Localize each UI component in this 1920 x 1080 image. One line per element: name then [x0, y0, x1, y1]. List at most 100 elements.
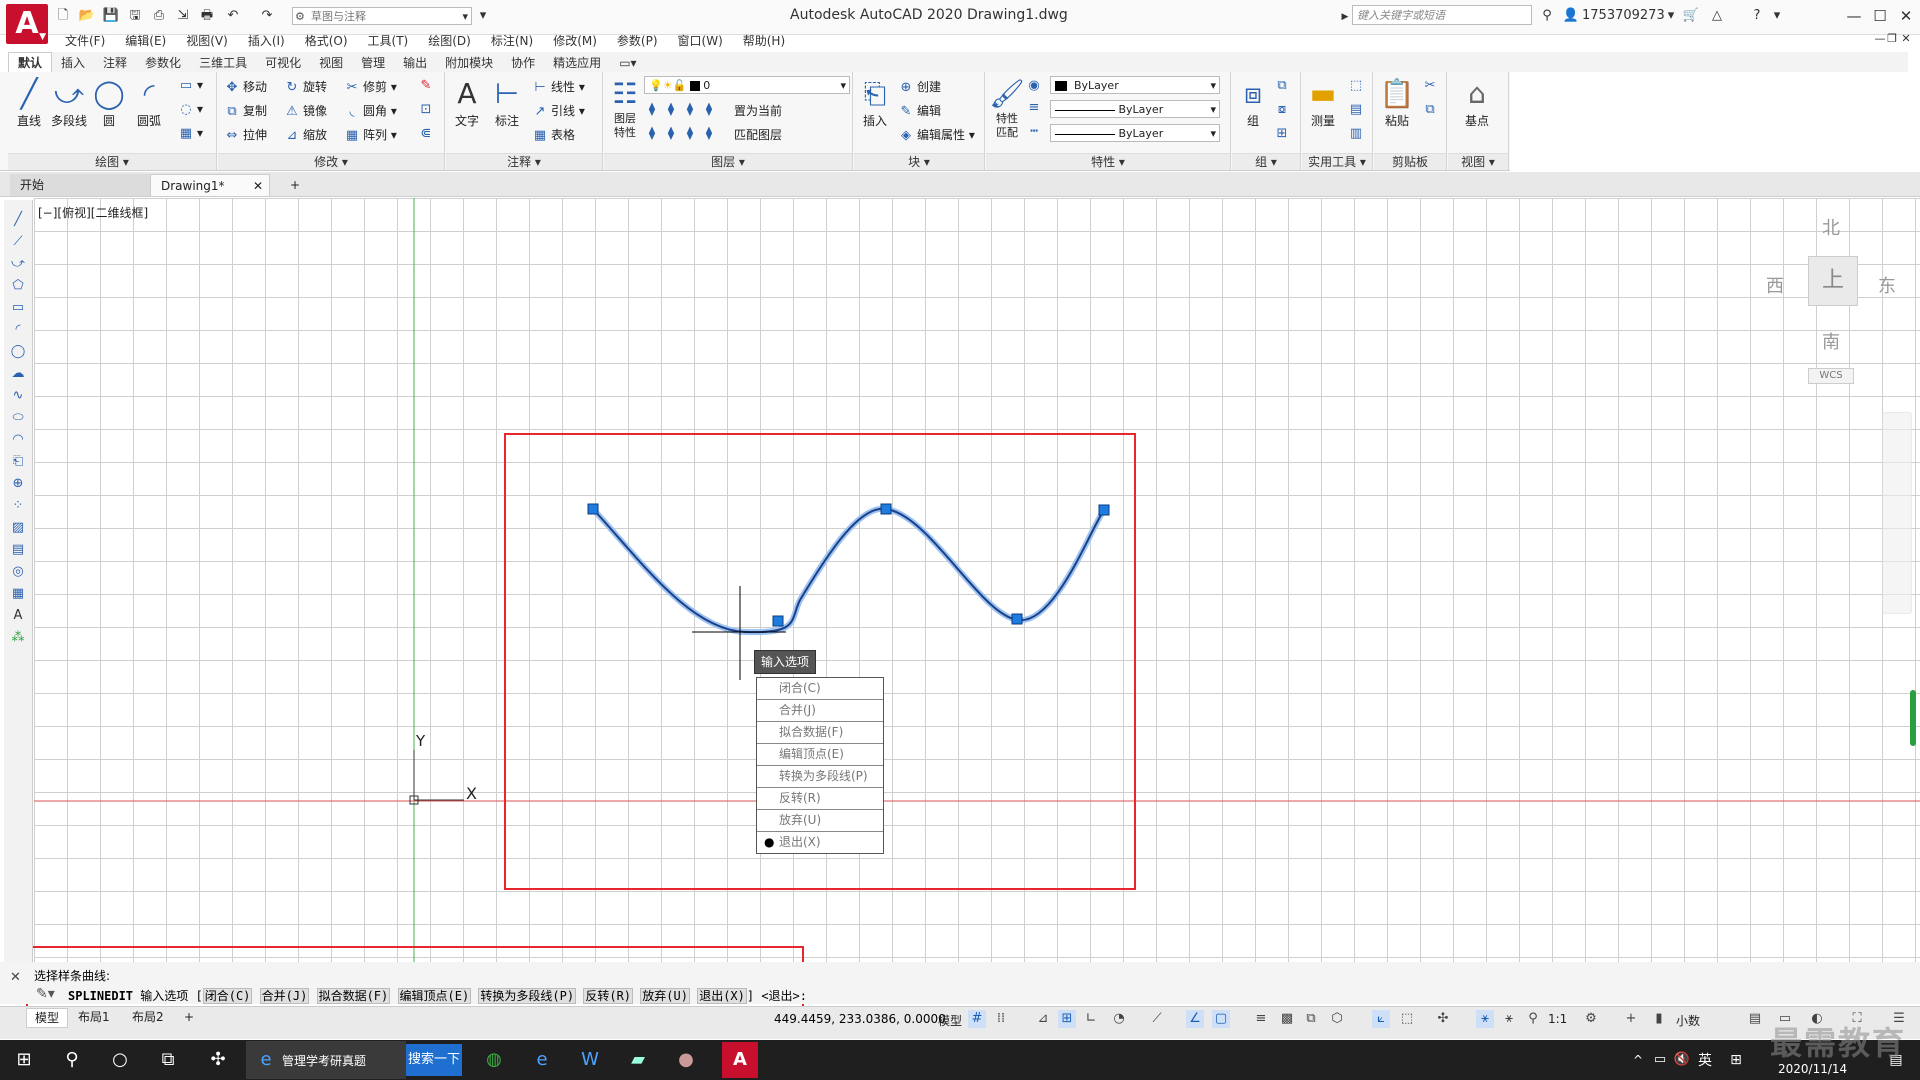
autocad-taskbar-icon[interactable]: A: [722, 1042, 758, 1078]
infer-constraints-icon[interactable]: ⊿: [1034, 1010, 1052, 1028]
units-value[interactable]: 小数: [1676, 1012, 1700, 1029]
tab-featured-apps[interactable]: 精选应用: [544, 53, 610, 73]
tab-insert[interactable]: 插入: [52, 53, 94, 73]
save-as-icon[interactable]: 🖫: [126, 7, 144, 25]
grid-icon[interactable]: #: [968, 1010, 986, 1028]
boundary-tool-button[interactable]: ▦ ▾: [178, 126, 203, 141]
match-properties-button[interactable]: 🖌 特性 匹配: [988, 76, 1026, 140]
copy-clip-button[interactable]: ⧉: [1422, 102, 1441, 117]
taskbar-search-button[interactable]: 搜索一下: [406, 1044, 462, 1076]
object-snap-icon[interactable]: ▢: [1212, 1010, 1230, 1028]
clipboard-panel-title[interactable]: 剪贴板: [1374, 153, 1446, 170]
set-current-button[interactable]: 置为当前: [734, 102, 782, 119]
fillet-button[interactable]: ◟ 圆角 ▾: [344, 102, 396, 119]
menu-dimension[interactable]: 标注(N): [481, 32, 543, 50]
move-button[interactable]: ✥ 移动: [224, 78, 267, 95]
dynamic-input-icon[interactable]: ⊞: [1058, 1010, 1076, 1028]
option-exit[interactable]: ● 退出(X): [757, 832, 883, 853]
construction-line-icon[interactable]: ⟋: [10, 234, 26, 250]
maximize-icon[interactable]: ☐: [1866, 4, 1894, 28]
lineweight-select[interactable]: ByLayer ▾: [1050, 124, 1220, 142]
new-tab-button[interactable]: +: [280, 174, 304, 196]
transparency-icon[interactable]: ▩: [1278, 1010, 1296, 1028]
model-space-toggle[interactable]: 模型: [938, 1012, 962, 1029]
trim-button[interactable]: ✂ 修剪 ▾: [344, 78, 397, 95]
layout-tab-2[interactable]: 布局2: [124, 1008, 172, 1026]
media-app-icon[interactable]: ●: [672, 1046, 700, 1074]
polyline-tool-button[interactable]: ⤻ 多段线: [50, 76, 88, 129]
rectangle-icon[interactable]: ▭: [10, 300, 26, 316]
viewcube-top-face[interactable]: 上: [1808, 256, 1858, 306]
tab-3d-tools[interactable]: 三维工具: [190, 53, 256, 73]
menu-draw[interactable]: 绘图(D): [418, 32, 481, 50]
binoculars-icon[interactable]: ⚲: [1538, 7, 1556, 25]
scale-button[interactable]: ⊿ 缩放: [284, 126, 327, 143]
save-icon[interactable]: 💾: [102, 7, 120, 25]
pinwheel-app-icon[interactable]: ✣: [204, 1046, 232, 1074]
tab-view[interactable]: 视图: [310, 53, 352, 73]
add-layout-button[interactable]: +: [176, 1008, 202, 1026]
auto-scale-icon[interactable]: ⚹: [1500, 1010, 1518, 1028]
create-block-button[interactable]: ⊕ 创建: [898, 78, 941, 95]
user-icon[interactable]: 👤: [1562, 7, 1580, 25]
viewcube-east[interactable]: 东: [1878, 272, 1896, 298]
draw-panel-title[interactable]: 绘图 ▾: [8, 153, 216, 170]
menu-parametric[interactable]: 参数(P): [607, 32, 668, 50]
autodesk-a360-icon[interactable]: △: [1708, 7, 1726, 25]
group-button[interactable]: ⧈ 组: [1234, 76, 1272, 129]
ortho-icon[interactable]: ∟: [1082, 1010, 1100, 1028]
quick-access-dropdown-icon[interactable]: ▾: [474, 7, 492, 25]
make-block-icon[interactable]: ⊕: [10, 476, 26, 492]
tab-visualize[interactable]: 可视化: [256, 53, 310, 73]
option-convert-polyline[interactable]: 转换为多段线(P): [757, 766, 883, 788]
writer-app-icon[interactable]: W: [576, 1046, 604, 1074]
dimension-tool-button[interactable]: ⊢ 标注: [488, 76, 526, 129]
3d-osnap-icon[interactable]: ⬡: [1328, 1010, 1346, 1028]
app-menu-button[interactable]: A ▼: [6, 4, 48, 44]
workspace-switch-icon[interactable]: ⚙: [1582, 1010, 1600, 1028]
dynamic-ucs-icon[interactable]: ⟀: [1372, 1010, 1390, 1028]
ungroup-button[interactable]: ⧉: [1274, 78, 1293, 93]
paste-button[interactable]: 📋 粘贴: [1378, 76, 1416, 129]
polar-tracking-icon[interactable]: ◔: [1110, 1010, 1128, 1028]
menu-help[interactable]: 帮助(H): [733, 32, 795, 50]
viewcube-west[interactable]: 西: [1766, 272, 1784, 298]
layers-panel-title[interactable]: 图层 ▾: [604, 153, 852, 170]
cmd-option-exit[interactable]: 退出(X): [697, 988, 747, 1004]
cut-button[interactable]: ✂: [1422, 78, 1441, 93]
menu-insert[interactable]: 插入(I): [238, 32, 295, 50]
insert-block-button[interactable]: ⎗ 插入: [856, 76, 894, 129]
hatch-tool-button[interactable]: ◌ ▾: [178, 102, 203, 117]
linetype-select[interactable]: ByLayer ▾: [1050, 100, 1220, 118]
polyline-icon[interactable]: ⤻: [10, 256, 26, 272]
layer-select[interactable]: 💡☀🔓 0 ▾: [644, 76, 850, 94]
undo-icon[interactable]: ↶: [224, 7, 242, 25]
option-close[interactable]: 闭合(C): [757, 678, 883, 700]
cmd-option-reverse[interactable]: 反转(R): [583, 988, 634, 1004]
snap-icon[interactable]: ⁞⁞: [992, 1010, 1010, 1028]
line-icon[interactable]: ╱: [10, 212, 26, 228]
measure-button[interactable]: ▬ 测量: [1304, 76, 1342, 129]
cart-icon[interactable]: 🛒: [1682, 7, 1700, 25]
polygon-icon[interactable]: ⬠: [10, 278, 26, 294]
option-edit-vertex[interactable]: 编辑顶点(E): [757, 744, 883, 766]
cmd-option-fit-data[interactable]: 拟合数据(F): [316, 988, 391, 1004]
ribbon-options-icon[interactable]: ▭▾: [610, 53, 645, 73]
option-join[interactable]: 合并(J): [757, 700, 883, 722]
annotation-monitor-icon[interactable]: +: [1622, 1010, 1640, 1028]
arc-tool-button[interactable]: ◜ 圆弧: [130, 76, 168, 129]
properties-panel-title[interactable]: 特性 ▾: [986, 153, 1230, 170]
region-icon[interactable]: ◎: [10, 564, 26, 580]
command-close-icon[interactable]: ✕: [10, 970, 21, 985]
menu-file[interactable]: 文件(F): [55, 32, 115, 50]
close-icon[interactable]: ✕: [1892, 4, 1920, 28]
ellipse-icon[interactable]: ⬭: [10, 410, 26, 426]
edit-block-button[interactable]: ✎ 编辑: [898, 102, 941, 119]
cmd-option-undo[interactable]: 放弃(U): [640, 988, 690, 1004]
user-name[interactable]: 1753709273: [1582, 8, 1665, 23]
block-panel-title[interactable]: 块 ▾: [854, 153, 984, 170]
units-icon[interactable]: ▮: [1650, 1010, 1668, 1028]
linear-dim-button[interactable]: ⊢ 线性 ▾: [532, 78, 585, 95]
arc-icon[interactable]: ◜: [10, 322, 26, 338]
import-icon[interactable]: ⇲: [174, 7, 192, 25]
